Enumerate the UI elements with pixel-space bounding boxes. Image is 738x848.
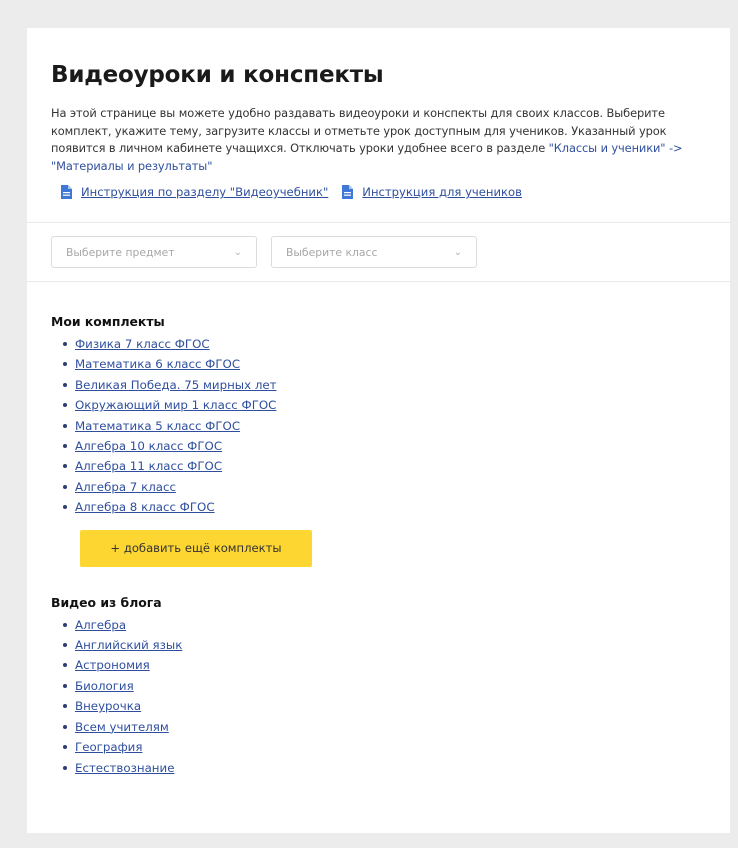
list-item: Английский язык [63,635,706,655]
blog-category-link[interactable]: Биология [75,679,134,693]
list-item: Алгебра 10 класс ФГОС [63,436,706,456]
instruction-links: Инструкция по разделу "Видеоучебник" Инс… [61,185,705,199]
blog-category-link[interactable]: Естествознание [75,761,174,775]
list-item: Алгебра 11 класс ФГОС [63,456,706,476]
blog-category-link[interactable]: География [75,740,142,754]
blog-category-link[interactable]: Всем учителям [75,720,169,734]
subject-select-placeholder: Выберите предмет [66,245,175,259]
chevron-down-icon: ⌄ [453,246,462,258]
blog-category-link[interactable]: Английский язык [75,638,182,652]
add-kits-button[interactable]: + добавить ещё комплекты [80,529,312,567]
content-card: Видеоуроки и конспекты На этой странице … [27,28,730,833]
subject-select[interactable]: Выберите предмет ⌄ [51,236,257,268]
document-icon [61,185,72,199]
my-kits-section: Мои комплекты Физика 7 класс ФГОС Матема… [27,314,730,567]
videobook-instruction-link[interactable]: Инструкция по разделу "Видеоучебник" [61,185,328,199]
list-item: Математика 6 класс ФГОС [63,354,706,374]
list-item: Астрономия [63,655,706,675]
students-instruction-link[interactable]: Инструкция для учеников [342,185,522,199]
filters-bar: Выберите предмет ⌄ Выберите класс ⌄ [27,223,730,281]
list-item: Окружающий мир 1 класс ФГОС [63,395,706,415]
kit-link[interactable]: Великая Победа. 75 мирных лет [75,378,277,392]
list-item: Естествознание [63,758,706,778]
kits-list: Физика 7 класс ФГОС Математика 6 класс Ф… [51,334,706,518]
kit-link[interactable]: Физика 7 класс ФГОС [75,337,210,351]
kit-link[interactable]: Окружающий мир 1 класс ФГОС [75,398,276,412]
blog-categories-list: Алгебра Английский язык Астрономия Биоло… [51,615,706,778]
blog-videos-section: Видео из блога Алгебра Английский язык А… [27,595,730,778]
class-select[interactable]: Выберите класс ⌄ [271,236,477,268]
class-select-placeholder: Выберите класс [286,245,378,259]
doc-link-label: Инструкция для учеников [362,185,522,199]
blog-videos-heading: Видео из блога [51,594,162,610]
blog-category-link[interactable]: Астрономия [75,658,150,672]
kit-link[interactable]: Алгебра 10 класс ФГОС [75,439,222,453]
list-item: Алгебра 7 класс [63,477,706,497]
doc-link-label: Инструкция по разделу "Видеоучебник" [81,185,329,199]
page-header: Видеоуроки и конспекты На этой странице … [27,28,730,199]
list-item: Алгебра 8 класс ФГОС [63,497,706,517]
page-title: Видеоуроки и конспекты [51,62,384,88]
list-item: Великая Победа. 75 мирных лет [63,375,706,395]
kit-link[interactable]: Математика 6 класс ФГОС [75,357,240,371]
list-item: Математика 5 класс ФГОС [63,416,706,436]
list-item: Алгебра [63,615,706,635]
divider [27,281,730,282]
blog-category-link[interactable]: Внеурочка [75,699,141,713]
list-item: Физика 7 класс ФГОС [63,334,706,354]
list-item: Внеурочка [63,696,706,716]
kit-link[interactable]: Математика 5 класс ФГОС [75,419,240,433]
list-item: География [63,737,706,757]
chevron-down-icon: ⌄ [233,246,242,258]
list-item: Всем учителям [63,717,706,737]
kit-link[interactable]: Алгебра 11 класс ФГОС [75,459,222,473]
blog-category-link[interactable]: Алгебра [75,618,126,632]
page-description: На этой странице вы можете удобно раздав… [51,105,711,175]
my-kits-heading: Мои комплекты [51,314,165,329]
kit-link[interactable]: Алгебра 7 класс [75,480,176,494]
kit-link[interactable]: Алгебра 8 класс ФГОС [75,500,215,514]
list-item: Биология [63,676,706,696]
document-icon [342,185,354,199]
